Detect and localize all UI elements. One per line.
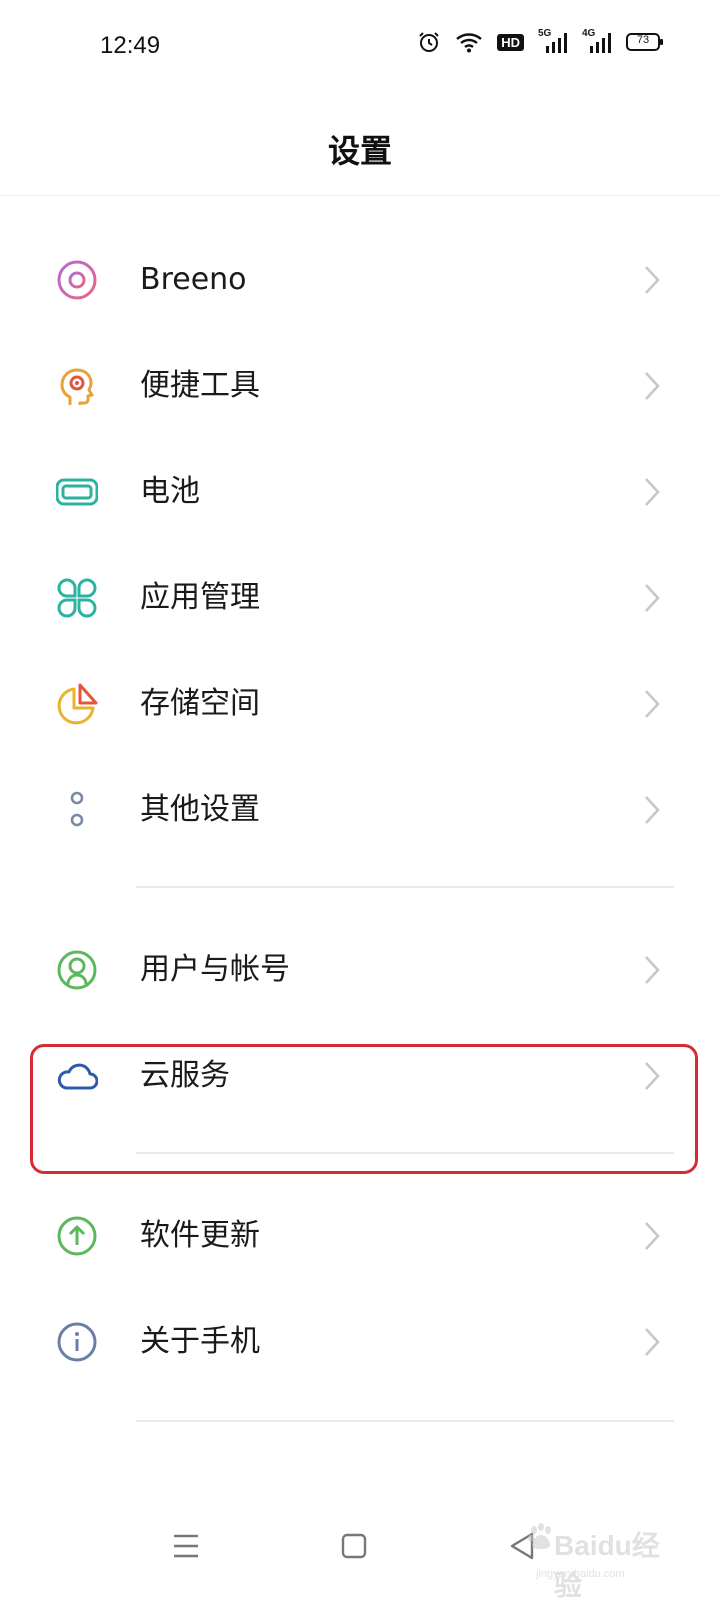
watermark-url: jingyan.baidu.com xyxy=(536,1568,625,1580)
user-account-icon xyxy=(56,949,98,991)
menu-icon[interactable] xyxy=(166,1526,206,1566)
signal-5g-icon: 5G xyxy=(538,28,568,54)
chevron-right-icon xyxy=(642,370,662,402)
status-bar: 12:49 HD 5G 4G 73 xyxy=(0,0,720,96)
signal-4g-icon: 4G xyxy=(582,28,612,54)
software-update-icon xyxy=(56,1215,98,1257)
storage-icon xyxy=(56,683,98,725)
convenience-tools-icon xyxy=(56,365,98,407)
settings-item-label: 电池 xyxy=(140,474,200,509)
settings-item-label: 软件更新 xyxy=(140,1218,260,1253)
settings-item-convenience-tools[interactable]: 便捷工具 xyxy=(0,332,720,440)
app-management-icon xyxy=(56,577,98,619)
chevron-right-icon xyxy=(642,1220,662,1252)
chevron-right-icon xyxy=(642,1326,662,1358)
battery-settings-icon xyxy=(55,471,99,513)
section-divider xyxy=(136,886,674,888)
settings-item-label: Breeno xyxy=(140,262,247,297)
baidu-paw-logo xyxy=(528,1523,551,1549)
breeno-icon xyxy=(56,259,98,301)
settings-item-label: 应用管理 xyxy=(140,580,260,615)
settings-item-user-account[interactable]: 用户与帐号 xyxy=(0,916,720,1024)
highlight-box xyxy=(30,1044,698,1174)
alarm-icon xyxy=(417,30,441,54)
status-icons: HD 5G 4G 73 xyxy=(417,28,664,54)
settings-item-label: 用户与帐号 xyxy=(140,952,290,987)
other-settings-icon xyxy=(56,789,98,831)
settings-item-battery[interactable]: 电池 xyxy=(0,438,720,546)
chevron-right-icon xyxy=(642,264,662,296)
battery-icon: 73 xyxy=(626,32,664,52)
chevron-right-icon xyxy=(642,688,662,720)
chevron-right-icon xyxy=(642,954,662,986)
chevron-right-icon xyxy=(642,582,662,614)
chevron-right-icon xyxy=(642,794,662,826)
settings-item-about-phone[interactable]: 关于手机 xyxy=(0,1288,720,1396)
watermark-brand: Baidu经验 xyxy=(554,1530,660,1600)
settings-item-breeno[interactable]: Breeno xyxy=(0,226,720,334)
status-time: 12:49 xyxy=(100,32,161,59)
settings-item-other-settings[interactable]: 其他设置 xyxy=(0,756,720,864)
home-icon[interactable] xyxy=(334,1526,374,1566)
hd-icon: HD xyxy=(497,33,524,51)
section-divider xyxy=(136,1152,674,1154)
wifi-icon xyxy=(455,31,483,53)
settings-item-storage[interactable]: 存储空间 xyxy=(0,650,720,758)
page-title: 设置 xyxy=(327,132,392,170)
battery-level: 73 xyxy=(636,34,650,46)
settings-item-label: 存储空间 xyxy=(140,686,260,721)
settings-item-software-update[interactable]: 软件更新 xyxy=(0,1182,720,1290)
about-phone-icon xyxy=(56,1321,98,1363)
chevron-right-icon xyxy=(642,476,662,508)
settings-item-app-management[interactable]: 应用管理 xyxy=(0,544,720,652)
section-divider xyxy=(136,1420,674,1422)
settings-item-label: 其他设置 xyxy=(140,792,260,827)
watermark: Baidu经验 jingyan.baidu.com xyxy=(526,1520,686,1600)
title-bar: 设置 xyxy=(0,96,720,196)
settings-item-label: 便捷工具 xyxy=(140,368,260,403)
settings-item-label: 关于手机 xyxy=(140,1324,260,1359)
